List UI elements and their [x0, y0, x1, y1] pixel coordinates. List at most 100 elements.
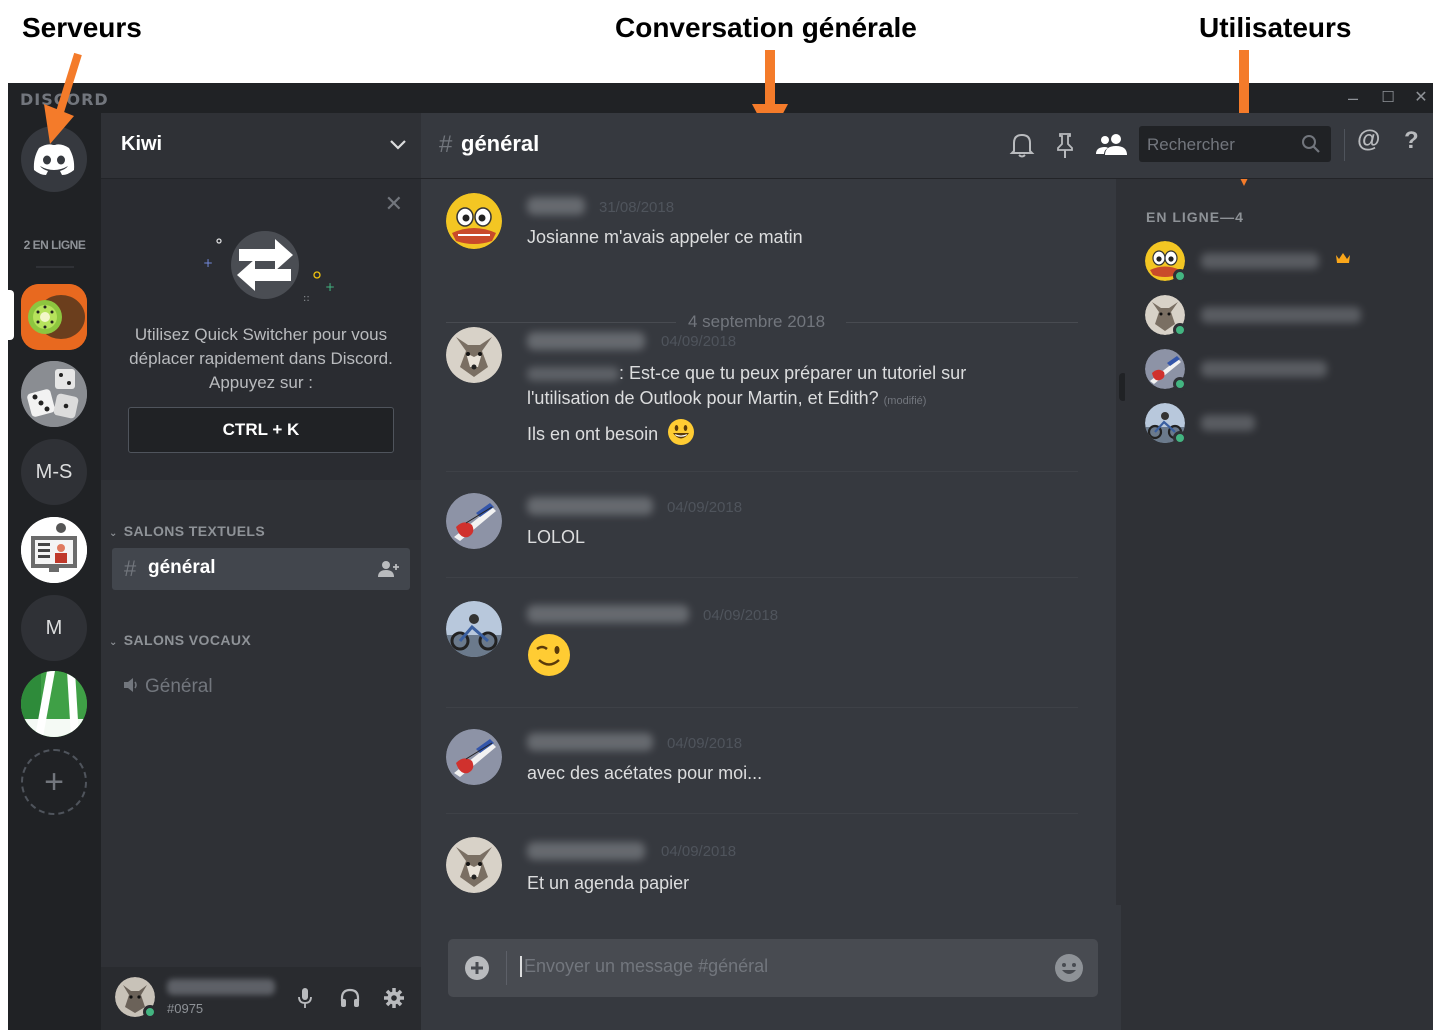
channel-sidebar: Kiwi ✕ + + :: Utilisez Quick Switcher po…: [101, 113, 421, 1030]
shortcut-button[interactable]: CTRL + K: [128, 407, 394, 453]
members-icon[interactable]: [1095, 131, 1129, 159]
quick-switcher-text: Utilisez Quick Switcher pour vous déplac…: [129, 325, 393, 392]
message-composer[interactable]: Envoyer un message #général: [448, 939, 1098, 997]
add-server-button[interactable]: +: [21, 749, 87, 815]
server-dice[interactable]: [21, 361, 87, 427]
category-voice-channels[interactable]: ⌄ SALONS VOCAUX: [109, 632, 251, 648]
svg-text:+: +: [203, 256, 213, 270]
crown-icon: [1336, 253, 1350, 263]
member-name-redacted: [1201, 415, 1255, 431]
author-name-redacted: [527, 605, 689, 623]
user-avatar[interactable]: [446, 193, 502, 249]
online-status-icon: [1173, 269, 1187, 283]
member-list: EN LIGNE—4: [1125, 179, 1433, 1030]
chevron-down-icon: [390, 140, 406, 150]
category-text-channels[interactable]: ⌄ SALONS TEXTUELS: [109, 523, 265, 539]
chat-header: # général Rechercher @ ?: [421, 113, 1433, 179]
server-m-s[interactable]: M-S: [21, 439, 87, 505]
server-m[interactable]: M: [21, 595, 87, 661]
svg-text:+: +: [325, 280, 335, 294]
online-count: 2 EN LIGNE: [23, 238, 86, 252]
guild-header[interactable]: Kiwi: [101, 113, 421, 179]
guild-name: Kiwi: [121, 133, 163, 155]
member-name-redacted: [1201, 361, 1327, 377]
message-divider: [446, 577, 1078, 578]
user-avatar[interactable]: [446, 493, 502, 549]
hash-icon: #: [124, 556, 137, 581]
headphones-icon[interactable]: [339, 987, 361, 1009]
user-avatar[interactable]: [446, 837, 502, 893]
server-kiwi[interactable]: [21, 284, 87, 350]
online-status-icon: [1173, 323, 1187, 337]
svg-text:::: ::: [303, 293, 310, 304]
close-button[interactable]: ✕: [1406, 87, 1433, 109]
close-icon[interactable]: ✕: [385, 191, 403, 217]
online-status-icon: [1173, 431, 1187, 445]
message-text: LOLOL: [527, 527, 586, 547]
author-name-redacted: [527, 197, 585, 215]
message-text: : Est-ce que tu peux préparer un tutorie…: [619, 363, 967, 383]
chevron-down-icon: ⌄: [109, 637, 118, 648]
user-mention-redacted[interactable]: [527, 367, 619, 382]
message-timestamp: 31/08/2018: [599, 199, 675, 216]
help-button[interactable]: ?: [1404, 127, 1419, 155]
chevron-down-icon: ⌄: [109, 528, 118, 539]
user-panel: #0975: [101, 967, 421, 1030]
annotation-conversation: Conversation générale: [615, 12, 917, 43]
maximize-button[interactable]: ☐: [1373, 87, 1403, 109]
channel-general-text[interactable]: # général: [112, 548, 410, 590]
bell-icon[interactable]: [1009, 131, 1035, 159]
user-avatar[interactable]: [446, 327, 502, 383]
user-avatar[interactable]: [446, 729, 502, 785]
discord-window: DISCORD – ☐ ✕ 2 EN LIGNE M-S M + Kiwi ✕ …: [8, 83, 1433, 1030]
message-text: l'utilisation de Outlook pour Martin, et…: [527, 388, 879, 408]
emoji-picker-icon[interactable]: [1054, 953, 1084, 983]
speaker-icon: [124, 678, 137, 692]
author-name-redacted: [527, 497, 653, 515]
online-status-icon: [143, 1005, 157, 1019]
add-user-icon[interactable]: [378, 560, 400, 578]
composer-divider: [506, 951, 507, 985]
member-item[interactable]: [1145, 349, 1425, 393]
smiley-emoji-icon: [668, 419, 695, 445]
message-timestamp: 04/09/2018: [661, 843, 737, 860]
members-online-header: EN LIGNE—4: [1146, 209, 1244, 225]
author-name-redacted: [527, 332, 645, 350]
author-name-redacted: [527, 842, 645, 860]
message-text: avec des acétates pour moi...: [527, 763, 763, 783]
message-text-line: l'utilisation de Outlook pour Martin, et…: [527, 386, 926, 414]
channel-label: Général: [145, 676, 213, 697]
member-item[interactable]: [1145, 241, 1425, 285]
day-separator-label: 4 septembre 2018: [682, 312, 832, 332]
server-presentation[interactable]: [21, 517, 87, 583]
minimize-button[interactable]: –: [1338, 87, 1368, 109]
message-timestamp: 04/09/2018: [667, 735, 743, 752]
title-bar: DISCORD – ☐ ✕: [8, 83, 1433, 113]
dice-icon: [21, 361, 87, 427]
microphone-icon[interactable]: [297, 987, 313, 1009]
online-status-icon: [1173, 377, 1187, 391]
message-input[interactable]: Envoyer un message #général: [520, 956, 768, 977]
search-placeholder: Rechercher: [1147, 135, 1235, 154]
mentions-button[interactable]: @: [1357, 126, 1380, 154]
message-divider: [446, 471, 1078, 472]
member-item[interactable]: [1145, 403, 1425, 447]
user-avatar[interactable]: [446, 601, 502, 657]
kiwi-icon: [21, 284, 87, 350]
search-input[interactable]: Rechercher: [1139, 126, 1331, 162]
gear-icon[interactable]: [383, 987, 405, 1009]
message-text: Ils en ont besoin: [527, 424, 659, 444]
server-list: 2 EN LIGNE M-S M +: [8, 113, 101, 1030]
user-name-redacted: [167, 979, 275, 995]
search-icon: [1302, 135, 1320, 153]
header-divider: [1344, 129, 1345, 161]
upload-plus-icon[interactable]: [464, 955, 490, 981]
presentation-icon: [21, 517, 87, 583]
quick-switcher-tip: ✕ + + :: Utilisez Quick Switcher pour vo…: [101, 179, 421, 480]
member-item[interactable]: [1145, 295, 1425, 339]
server-green[interactable]: [21, 671, 87, 737]
pin-icon[interactable]: [1055, 131, 1075, 159]
green-field-icon: [21, 671, 87, 737]
annotation-arrow-servers: [44, 52, 82, 144]
channel-general-voice[interactable]: Général: [123, 676, 213, 698]
